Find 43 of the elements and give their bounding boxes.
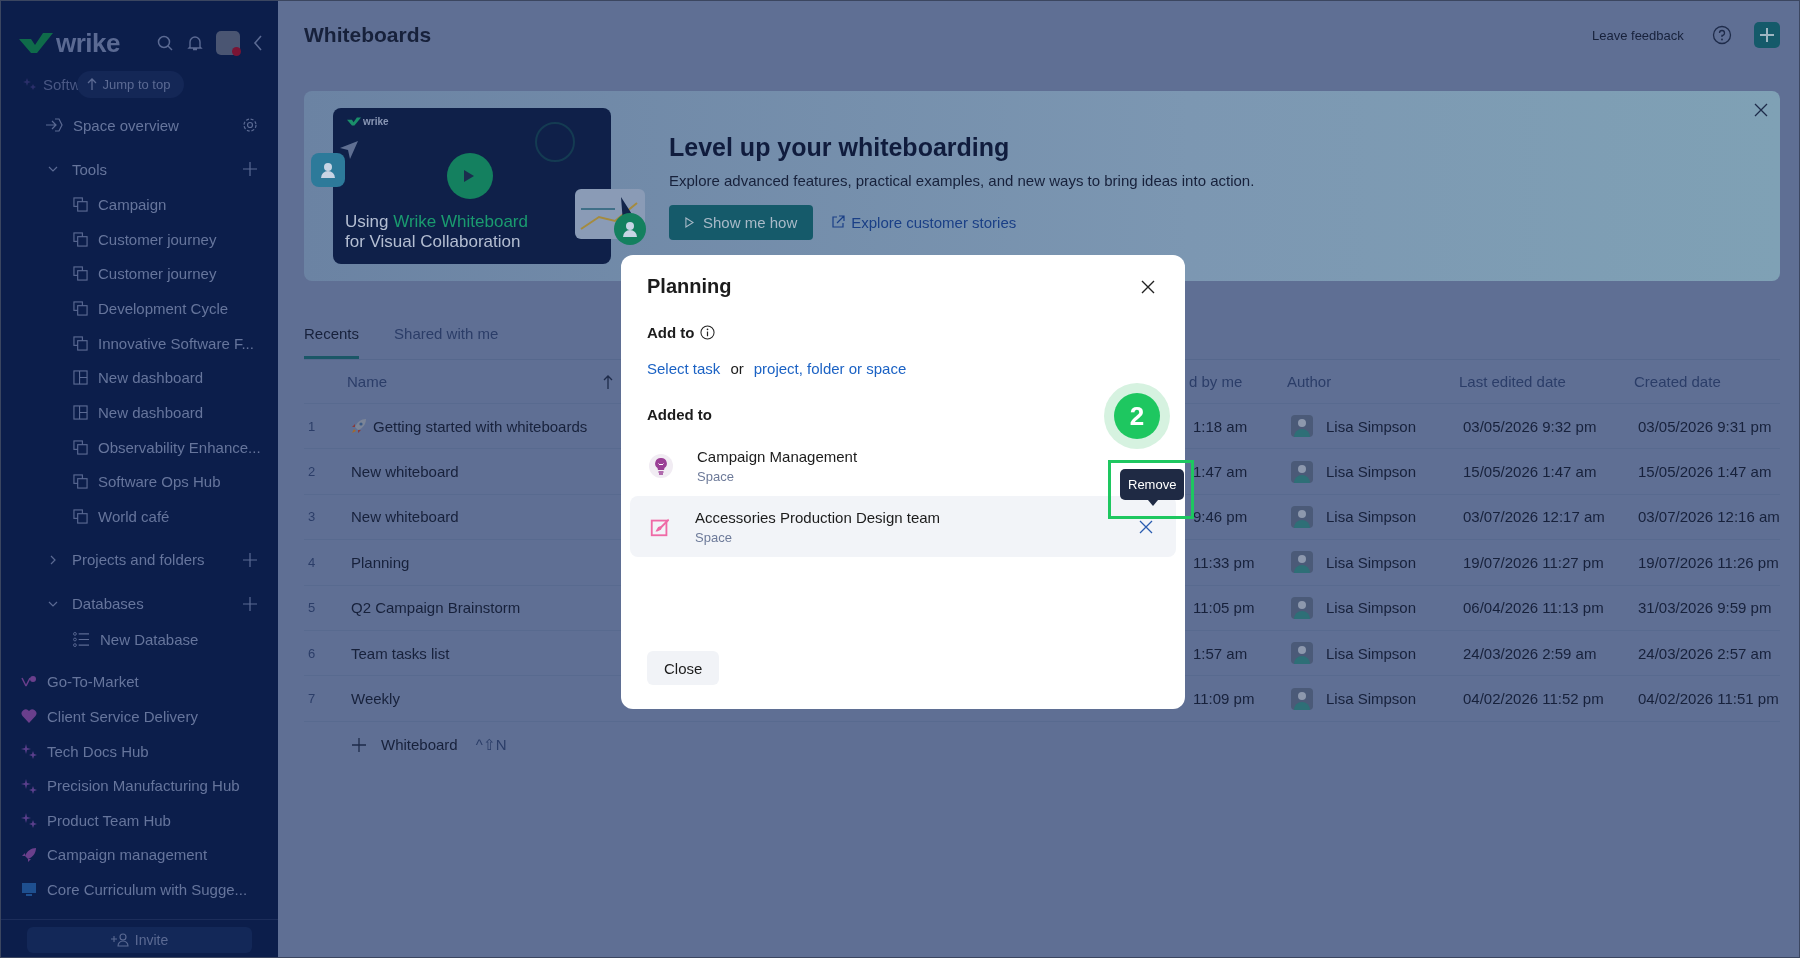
table-cell-text: 19/07/2026 11:27 pm (1463, 553, 1605, 571)
author-name: Lisa Simpson (1326, 644, 1417, 662)
item-type: Space (697, 468, 735, 484)
table-cell-text: 1:57 am (1193, 644, 1249, 662)
section-label: Added to (647, 406, 712, 423)
item-type: Space (695, 529, 733, 545)
table-cell: 15/05/2026 1:47 am (1638, 463, 1772, 481)
logo-text: wrike (56, 27, 120, 59)
table-cell: 03/05/2026 9:31 pm (1638, 417, 1772, 435)
author-name: Lisa Simpson (1326, 599, 1417, 617)
tooltip: Remove (1120, 469, 1185, 500)
table-cell-text: 03/05/2026 9:32 pm (1463, 417, 1598, 435)
table-cell: 04/02/2026 11:51 pm (1638, 690, 1779, 708)
author-name: Lisa Simpson (1326, 508, 1417, 526)
table-cell-text: 03/07/2026 12:17 am (1463, 508, 1606, 526)
item-name: Campaign Management (697, 447, 859, 465)
banner-heading: Level up your whiteboarding (669, 132, 1011, 162)
table-cell: 31/03/2026 9:59 pm (1638, 599, 1772, 617)
section-label: Add to (647, 324, 695, 341)
table-cell-text: 04/02/2026 11:52 pm (1463, 690, 1605, 708)
table-cell-text: 9:46 pm (1193, 508, 1249, 526)
table-cell-text: 1:47 am (1193, 463, 1249, 481)
banner-description: Explore advanced features, practical examples, and new ways to bring ideas into action. (669, 171, 1255, 189)
table-cell-text: 24/03/2026 2:59 am (1463, 644, 1598, 662)
logo-text: wrike (363, 116, 389, 127)
item-name: Accessories Production Design team (695, 508, 942, 526)
author-name: Lisa Simpson (1326, 553, 1417, 571)
table-cell-text: 11:09 pm (1193, 690, 1256, 708)
table-cell: 24/03/2026 2:57 am (1638, 644, 1772, 662)
author-name: Lisa Simpson (1326, 417, 1417, 435)
table-cell: 03/07/2026 12:16 am (1638, 508, 1780, 526)
table-cell: 19/07/2026 11:26 pm (1638, 553, 1779, 571)
table-cell-text: 1:18 am (1193, 417, 1249, 435)
page-title: Whiteboards (304, 23, 432, 47)
video-title: Using Wrike Whiteboard for Visual Collaboration (345, 212, 528, 252)
table-cell-text: 11:05 pm (1193, 599, 1256, 617)
author-name: Lisa Simpson (1326, 463, 1417, 481)
table-cell-text: 06/04/2026 11:13 pm (1463, 599, 1605, 617)
dialog-title: Planning (647, 275, 732, 298)
author-name: Lisa Simpson (1326, 690, 1417, 708)
or-text: or (730, 360, 744, 377)
table-cell-text: 15/05/2026 1:47 am (1463, 463, 1598, 481)
table-cell-text: 11:33 pm (1193, 553, 1256, 571)
